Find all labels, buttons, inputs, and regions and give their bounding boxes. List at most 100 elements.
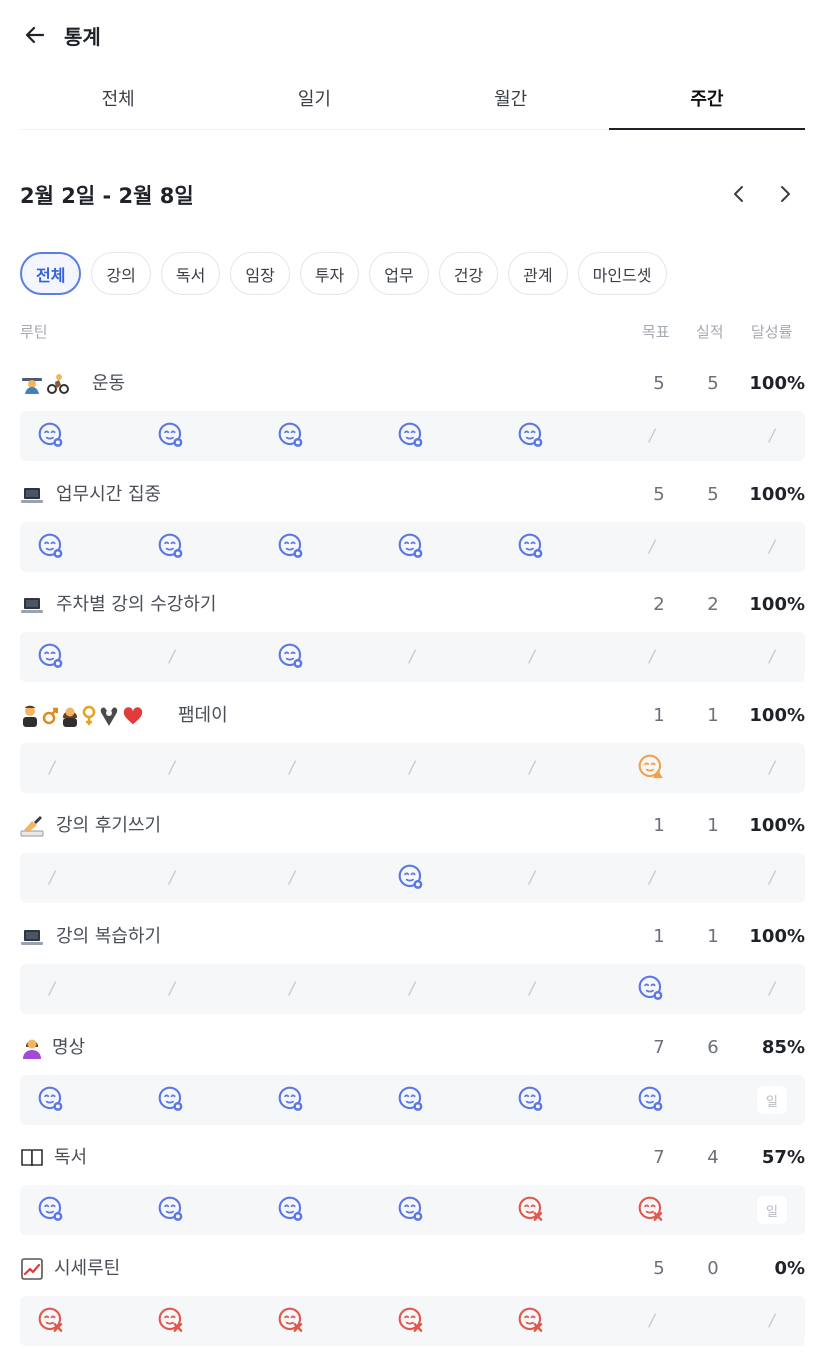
male-sign-icon: [42, 704, 58, 728]
day-empty-slash: /: [752, 743, 792, 793]
routine-row[interactable]: 독서 7 4 57% 일: [20, 1141, 805, 1241]
routine-goal: 5: [653, 373, 665, 394]
chip-work[interactable]: 업무: [369, 252, 429, 295]
face-check-icon: [277, 532, 307, 562]
day-done[interactable]: [632, 1075, 672, 1125]
day-missed[interactable]: [632, 1185, 672, 1235]
chip-reading[interactable]: 독서: [160, 252, 221, 295]
face-cross-icon: [517, 1195, 547, 1225]
routine-actual: 2: [707, 594, 719, 615]
day-done[interactable]: [152, 411, 192, 461]
day-done[interactable]: [512, 1075, 552, 1125]
day-late[interactable]: [632, 743, 672, 793]
face-check-icon: [517, 532, 547, 562]
week-range-label: 2월 2일 - 2월 8일: [20, 184, 194, 208]
routine-column-header: 루틴: [20, 323, 48, 341]
day-done[interactable]: [392, 853, 432, 903]
chip-relationship[interactable]: 관계: [508, 252, 568, 295]
next-week-button[interactable]: [770, 180, 800, 212]
routine-week-track: / /: [20, 1296, 805, 1346]
tab-weekly[interactable]: 주간: [608, 78, 806, 130]
routine-icon-group: [20, 1256, 44, 1282]
routine-row[interactable]: 시세루틴 5 0 0% / /: [20, 1252, 805, 1352]
day-empty-slash: /: [152, 853, 192, 903]
woman-icon: [60, 704, 80, 728]
writing-hand-icon: [20, 814, 44, 838]
day-done[interactable]: [272, 632, 312, 682]
day-missed[interactable]: [512, 1296, 552, 1346]
day-done[interactable]: [32, 632, 72, 682]
slash-mark: /: [169, 979, 175, 999]
face-check-icon: [157, 421, 187, 451]
routine-icon-group: [20, 813, 44, 839]
day-missed[interactable]: [272, 1296, 312, 1346]
day-empty-slash: /: [272, 964, 312, 1014]
day-done[interactable]: [392, 522, 432, 572]
tab-monthly[interactable]: 월간: [413, 78, 609, 129]
day-done[interactable]: [272, 1075, 312, 1125]
tab-all[interactable]: 전체: [20, 78, 216, 129]
day-done[interactable]: [152, 1185, 192, 1235]
face-check-icon: [157, 1195, 187, 1225]
routine-row[interactable]: 팸데이 1 1 100% / / / / / /: [20, 699, 805, 799]
day-done[interactable]: [152, 522, 192, 572]
day-done[interactable]: [32, 522, 72, 572]
back-button[interactable]: [20, 22, 50, 52]
slash-mark: /: [529, 647, 535, 667]
day-done[interactable]: [392, 411, 432, 461]
day-missed[interactable]: [392, 1296, 432, 1346]
routine-icon-group: [20, 371, 70, 397]
day-empty-slash: /: [272, 853, 312, 903]
day-done[interactable]: [272, 522, 312, 572]
chip-investment[interactable]: 투자: [299, 252, 360, 295]
chip-health[interactable]: 건강: [438, 252, 499, 295]
face-check-icon: [37, 421, 67, 451]
day-empty-slash: /: [632, 522, 672, 572]
day-done[interactable]: [32, 411, 72, 461]
day-empty-slash: /: [152, 632, 192, 682]
day-rest[interactable]: 일: [752, 1075, 792, 1125]
day-done[interactable]: [632, 964, 672, 1014]
chip-all[interactable]: 전체: [20, 252, 82, 295]
day-empty-slash: /: [512, 964, 552, 1014]
day-empty-slash: /: [512, 632, 552, 682]
day-done[interactable]: [152, 1075, 192, 1125]
day-done[interactable]: [512, 411, 552, 461]
routine-icon-group: [20, 482, 44, 508]
day-done[interactable]: [392, 1185, 432, 1235]
routine-row[interactable]: 운동 5 5 100% / /: [20, 367, 805, 467]
slash-mark: /: [289, 758, 295, 778]
slash-mark: /: [409, 758, 415, 778]
chip-lecture[interactable]: 강의: [91, 252, 151, 295]
book-icon: [20, 1146, 44, 1170]
routine-row[interactable]: 주차별 강의 수강하기 2 2 100% / / / / /: [20, 588, 805, 688]
chip-mindset[interactable]: 마인드셋: [577, 252, 667, 295]
chip-site-visit[interactable]: 임장: [230, 252, 290, 295]
day-done[interactable]: [32, 1185, 72, 1235]
chevron-left-icon: [731, 185, 747, 207]
routine-row[interactable]: 명상 7 6 85% 일: [20, 1031, 805, 1131]
slash-mark: /: [289, 868, 295, 888]
day-missed[interactable]: [512, 1185, 552, 1235]
day-missed[interactable]: [32, 1296, 72, 1346]
routine-row[interactable]: 강의 복습하기 1 1 100% / / / / / /: [20, 920, 805, 1020]
tab-diary[interactable]: 일기: [216, 78, 412, 129]
day-empty-slash: /: [632, 411, 672, 461]
routine-goal: 1: [653, 815, 665, 836]
day-done[interactable]: [392, 1075, 432, 1125]
day-done[interactable]: [272, 1185, 312, 1235]
routine-goal: 1: [653, 705, 665, 726]
face-check-icon: [397, 1195, 427, 1225]
day-missed[interactable]: [152, 1296, 192, 1346]
routine-actual: 4: [707, 1147, 719, 1168]
day-done[interactable]: [272, 411, 312, 461]
routine-row[interactable]: 업무시간 집중 5 5 100% / /: [20, 478, 805, 578]
day-rest[interactable]: 일: [752, 1185, 792, 1235]
prev-week-button[interactable]: [724, 180, 754, 212]
day-done[interactable]: [32, 1075, 72, 1125]
day-done[interactable]: [512, 522, 552, 572]
laptop-icon: [20, 483, 44, 507]
routine-goal: 7: [653, 1147, 665, 1168]
routine-title-row: 시세루틴 5 0 0%: [20, 1252, 805, 1286]
routine-row[interactable]: 강의 후기쓰기 1 1 100% / / / / / /: [20, 809, 805, 909]
